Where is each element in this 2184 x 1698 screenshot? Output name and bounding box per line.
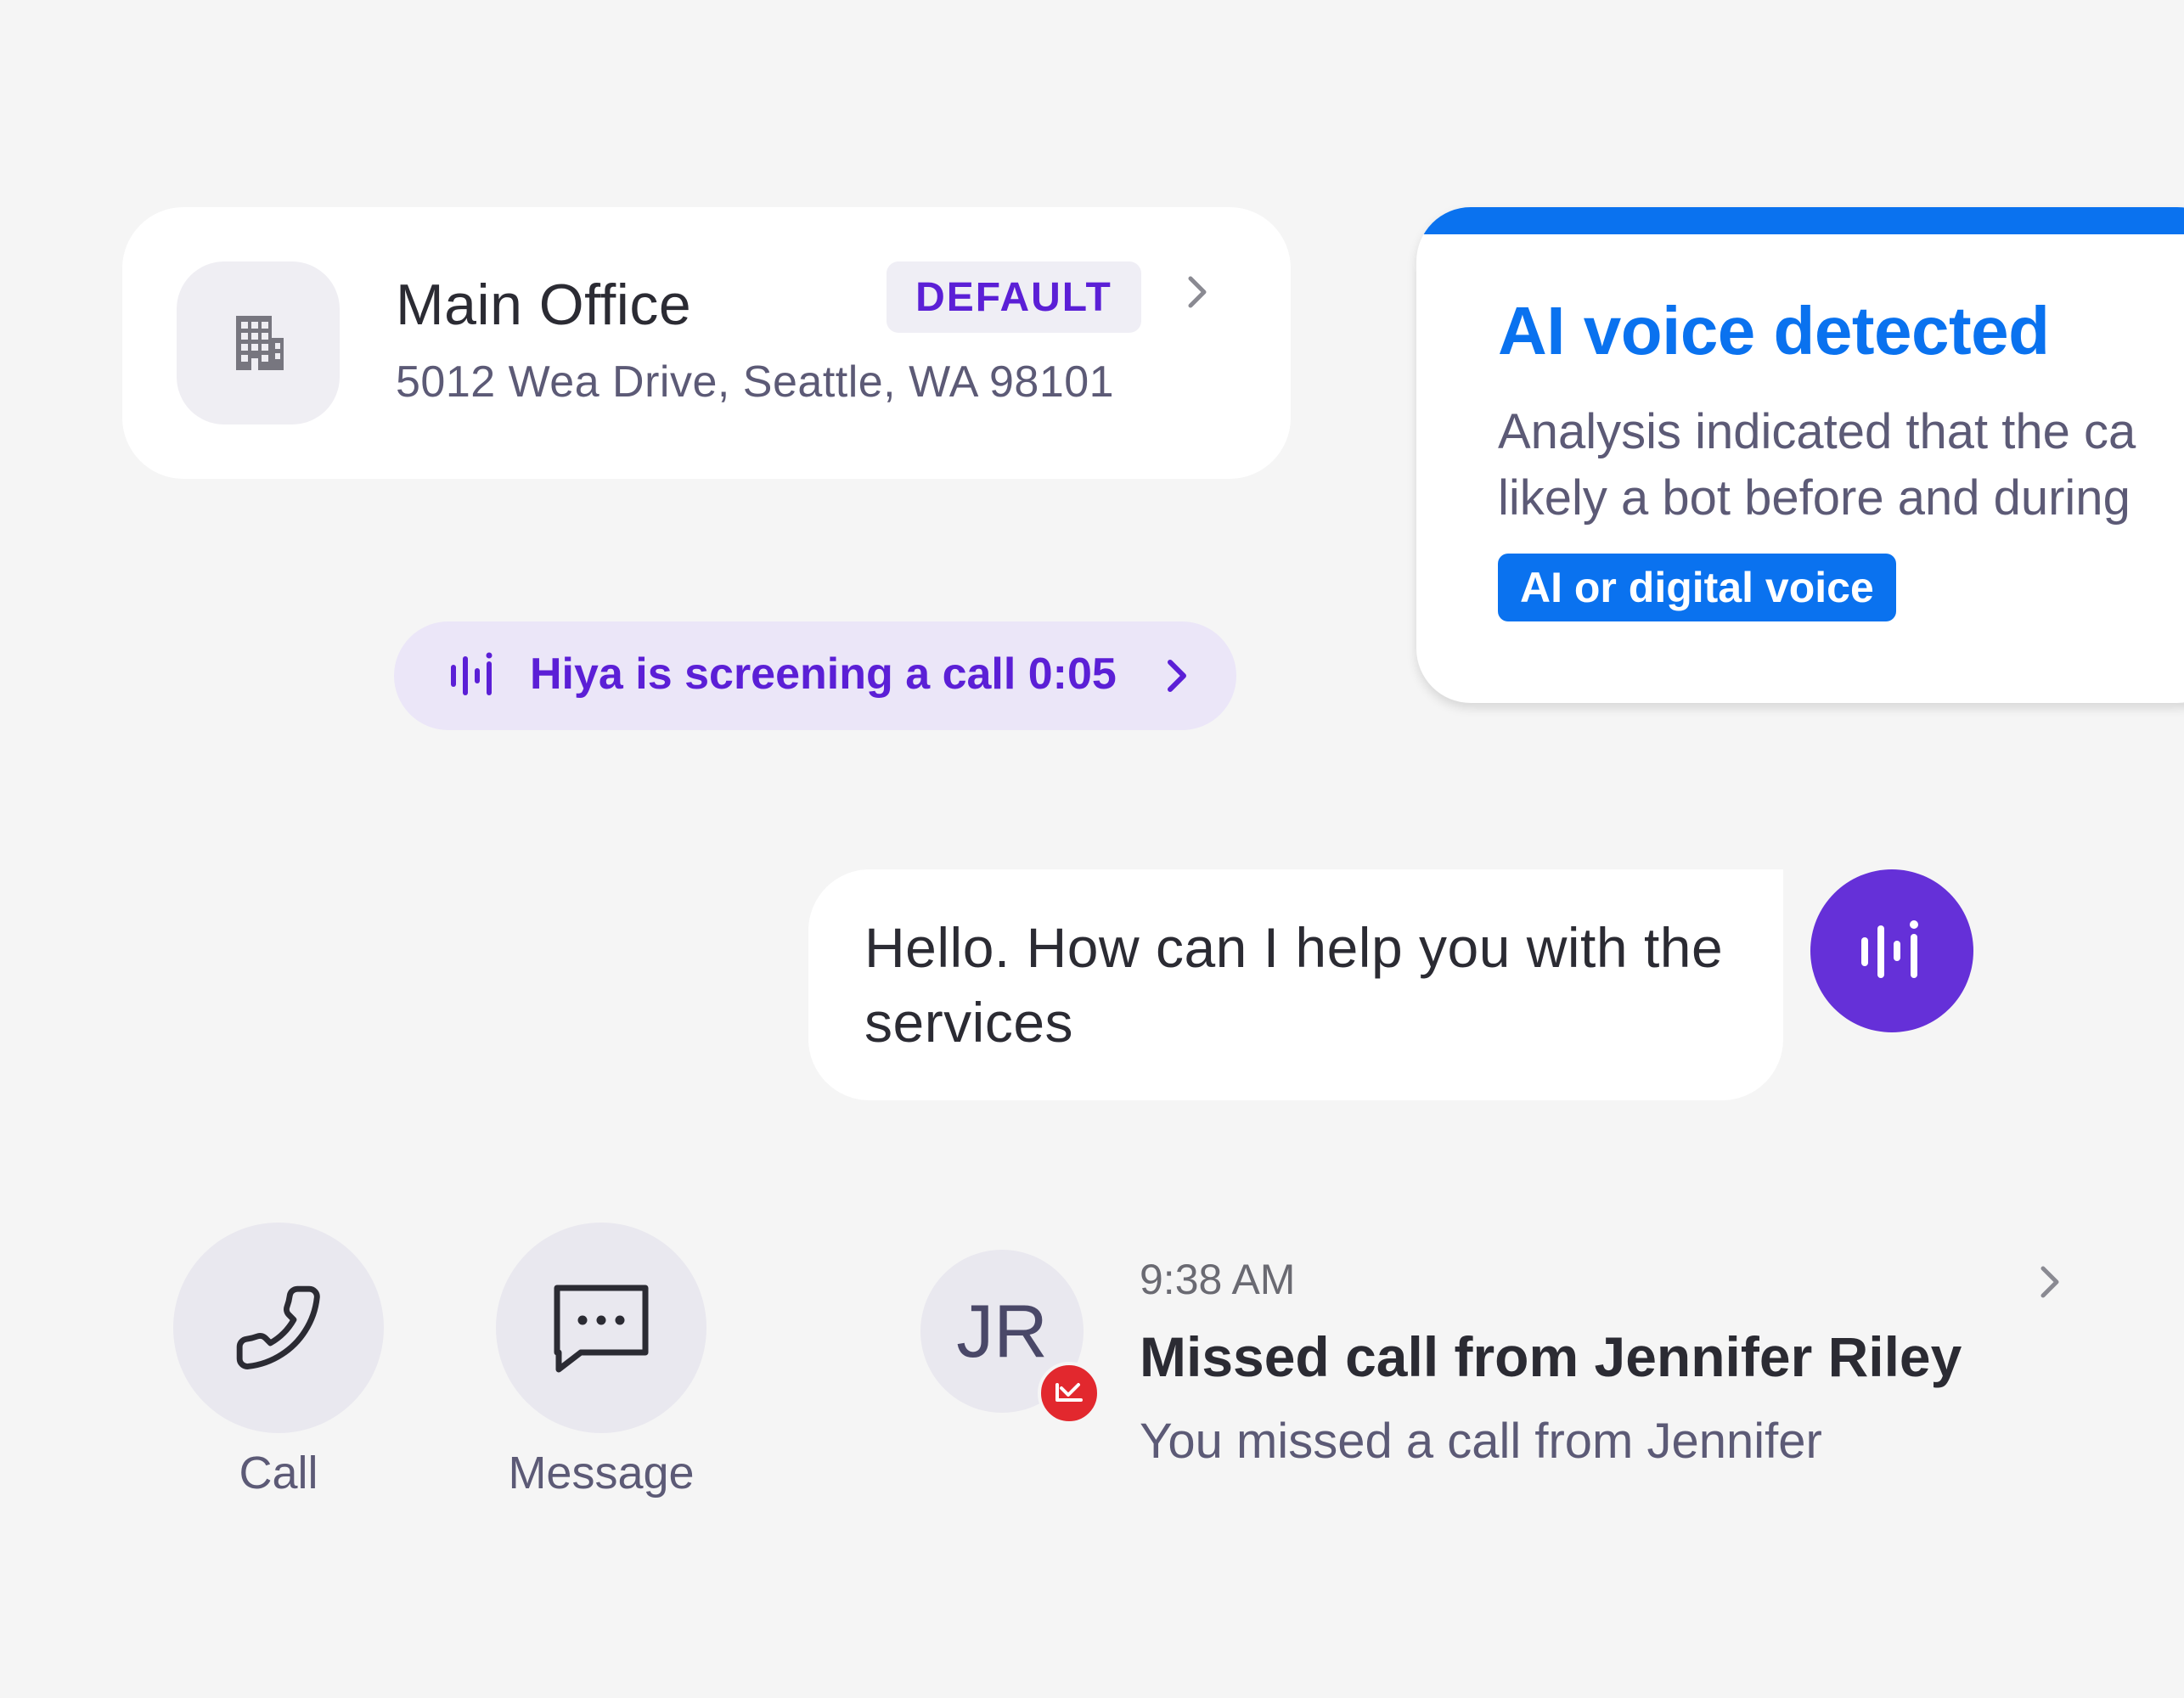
screening-banner[interactable]: Hiya is screening a call 0:05	[394, 621, 1236, 730]
notification-title[interactable]: Missed call from Jennifer Riley	[1140, 1324, 1962, 1389]
ai-voice-tag: AI or digital voice	[1498, 554, 1896, 621]
missed-call-icon	[1038, 1362, 1100, 1425]
message-icon	[554, 1285, 649, 1373]
chevron-right-icon[interactable]	[2035, 1262, 2065, 1302]
default-badge: DEFAULT	[887, 261, 1141, 333]
message-label: Message	[508, 1448, 695, 1498]
address-title: Main Office	[396, 273, 692, 337]
chat-bubble: Hello. How can I help you with the servi…	[808, 869, 1783, 1100]
assistant-avatar	[1810, 869, 1973, 1032]
message-button[interactable]	[496, 1223, 706, 1433]
ai-card-body: Analysis indicated that the ca likely a …	[1498, 399, 2184, 531]
chevron-right-icon[interactable]	[1182, 272, 1213, 312]
ai-card-body-line: likely a bot before and during	[1498, 470, 2131, 526]
ai-card-body-line: Analysis indicated that the ca	[1498, 404, 2136, 459]
waveform-icon	[1861, 920, 1918, 978]
call-button[interactable]	[173, 1223, 384, 1433]
address-card[interactable]: Main Office 5012 Wea Drive, Seattle, WA …	[122, 207, 1291, 479]
phone-icon	[236, 1285, 320, 1369]
waveform-icon	[451, 652, 493, 695]
call-label: Call	[239, 1448, 318, 1498]
address-line: 5012 Wea Drive, Seattle, WA 98101	[396, 357, 1115, 407]
notification-subtitle: You missed a call from Jennifer	[1140, 1414, 1822, 1469]
ai-card-title: AI voice detected	[1498, 293, 2050, 368]
chevron-right-icon	[1168, 660, 1186, 692]
screening-text: Hiya is screening a call 0:05	[530, 649, 1117, 699]
ai-card-accent-bar	[1416, 207, 2184, 234]
building-icon	[236, 316, 284, 370]
chat-message: Hello. How can I help you with the servi…	[864, 916, 1724, 1054]
ai-voice-card[interactable]: AI voice detected Analysis indicated tha…	[1416, 207, 2184, 703]
notification-time: 9:38 AM	[1140, 1256, 1296, 1303]
address-icon-tile	[177, 261, 340, 424]
